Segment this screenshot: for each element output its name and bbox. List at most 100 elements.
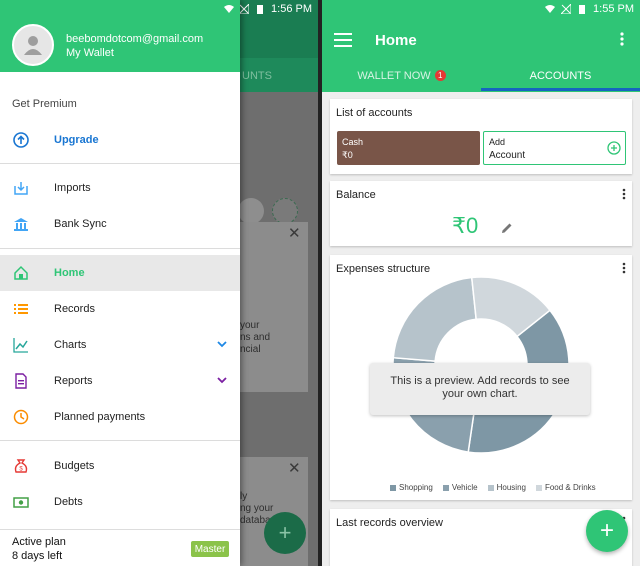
card-title: Last records overview — [336, 517, 443, 529]
balance-card: Balance ₹0 — [330, 181, 632, 246]
drawer-item-home[interactable]: Home — [0, 255, 240, 291]
cash-account-tile[interactable]: Cash ₹0 — [337, 131, 480, 165]
drawer-status-bar — [0, 0, 240, 18]
drawer-item-reports[interactable]: Reports — [0, 363, 240, 399]
drawer-item-label: Records — [54, 303, 95, 315]
behind-close-icon: ✕ — [288, 225, 301, 242]
legend-label: Food & Drinks — [544, 483, 596, 492]
person-icon — [24, 36, 42, 55]
legend-item: Housing — [487, 483, 526, 492]
divider — [0, 248, 240, 249]
legend-item: Shopping — [390, 483, 433, 492]
tab-indicator — [481, 88, 640, 91]
wifi-icon — [545, 5, 556, 13]
no-signal-icon — [239, 4, 250, 14]
add-sublabel: Account — [489, 150, 526, 161]
legend-swatch — [535, 484, 542, 491]
behind-add-user — [272, 198, 298, 224]
donut-slice-housing — [392, 276, 477, 362]
drawer-item-records[interactable]: Records — [0, 291, 240, 327]
tab-label: ACCOUNTS — [529, 70, 592, 82]
schedule-icon — [13, 409, 29, 425]
drawer-item-planned-payments[interactable]: Planned payments — [0, 399, 240, 435]
legend-label: Housing — [496, 483, 526, 492]
app-bar: 1:55 PM Home WALLET NOW 1 ACCOUNTS — [322, 0, 640, 92]
behind-text-1: your ns and ncial — [240, 320, 271, 355]
wifi-icon — [224, 5, 234, 13]
more-options-icon[interactable] — [620, 32, 624, 46]
balance-value: ₹0 — [452, 213, 479, 238]
list-icon — [14, 304, 28, 314]
chart-legend: Shopping Vehicle Housing Food & Drinks — [390, 483, 596, 492]
home-icon — [14, 265, 28, 280]
drawer-item-label: Imports — [54, 182, 91, 194]
avatar[interactable] — [12, 24, 54, 66]
drawer-item-label: Upgrade — [54, 134, 99, 146]
edit-icon[interactable] — [500, 221, 514, 235]
chevron-down-icon[interactable] — [216, 338, 228, 350]
drawer-item-label: Planned payments — [54, 411, 146, 423]
account-balance: ₹0 — [342, 150, 353, 160]
navigation-drawer: beebomdotcom@gmail.com My Wallet Get Pre… — [0, 0, 240, 566]
plan-badge: Master — [191, 541, 229, 557]
notification-badge: 1 — [434, 70, 446, 81]
card-title: Balance — [336, 189, 376, 201]
drawer-item-label: Charts — [54, 339, 87, 351]
drawer-item-label: Reports — [54, 375, 93, 387]
behind-close-icon: ✕ — [288, 460, 301, 477]
divider — [0, 440, 240, 441]
status-time: 1:55 PM — [593, 3, 634, 15]
legend-swatch — [390, 484, 396, 491]
behind-avatar — [238, 198, 264, 224]
card-title: List of accounts — [336, 107, 413, 119]
legend-swatch — [442, 484, 449, 491]
battery-icon — [579, 5, 586, 14]
no-signal-icon — [561, 4, 572, 14]
plan-days: 8 days left — [12, 550, 63, 562]
chevron-down-icon[interactable] — [216, 374, 228, 386]
add-record-fab[interactable]: + — [586, 510, 628, 552]
battery-icon — [257, 5, 264, 14]
drawer-item-label: Budgets — [54, 460, 95, 472]
account-name: Cash — [342, 137, 364, 147]
upgrade-icon — [13, 132, 29, 148]
drawer-item-debts[interactable]: Debts — [0, 484, 240, 520]
drawer-item-bank-sync[interactable]: Bank Sync — [0, 206, 240, 242]
drawer-item-charts[interactable]: Charts — [0, 327, 240, 363]
bank-icon — [14, 218, 28, 231]
money-bag-icon: $ — [14, 459, 28, 473]
right-screen: 1:55 PM Home WALLET NOW 1 ACCOUNTS List o… — [322, 0, 640, 566]
behind-add-fab: + — [264, 512, 306, 554]
chart-icon — [13, 338, 28, 353]
active-plan-bar[interactable]: Active plan 8 days left Master — [0, 529, 240, 566]
drawer-item-label: Debts — [54, 496, 83, 508]
tab-wallet-now[interactable]: WALLET NOW 1 — [322, 62, 481, 92]
drawer-item-budgets[interactable]: $ Budgets — [0, 448, 240, 484]
legend-item: Vehicle — [442, 483, 478, 492]
user-email: beebomdotcom@gmail.com — [66, 33, 204, 45]
drawer-item-label: Home — [54, 267, 85, 279]
section-title-premium: Get Premium — [12, 98, 77, 110]
behind-tab-text: UNTS — [242, 70, 272, 82]
drawer-item-label: Bank Sync — [54, 218, 107, 230]
add-circle-icon — [607, 141, 621, 155]
status-bar: 1:55 PM — [322, 0, 640, 18]
legend-label: Shopping — [399, 483, 433, 492]
drawer-item-imports[interactable]: Imports — [0, 170, 240, 206]
plan-title: Active plan — [12, 536, 66, 548]
behind-card-1: ✕ your ns and ncial — [230, 222, 308, 392]
page-title: Home — [375, 32, 417, 49]
legend-label: Vehicle — [451, 483, 478, 492]
wallet-name[interactable]: My Wallet — [66, 47, 114, 59]
accounts-card: List of accounts Cash ₹0 Add Account — [330, 99, 632, 174]
drawer-item-upgrade[interactable]: Upgrade — [0, 122, 240, 158]
preview-message: This is a preview. Add records to see yo… — [370, 363, 590, 415]
add-label: Add — [489, 137, 506, 147]
add-account-button[interactable]: Add Account — [483, 131, 626, 165]
menu-icon[interactable] — [334, 33, 352, 47]
status-time: 1:56 PM — [271, 3, 312, 15]
expenses-card: Expenses structure This is a preview. Ad… — [330, 255, 632, 500]
tab-label: WALLET NOW — [357, 70, 431, 82]
more-options-icon[interactable] — [622, 188, 626, 200]
report-icon — [15, 373, 27, 389]
